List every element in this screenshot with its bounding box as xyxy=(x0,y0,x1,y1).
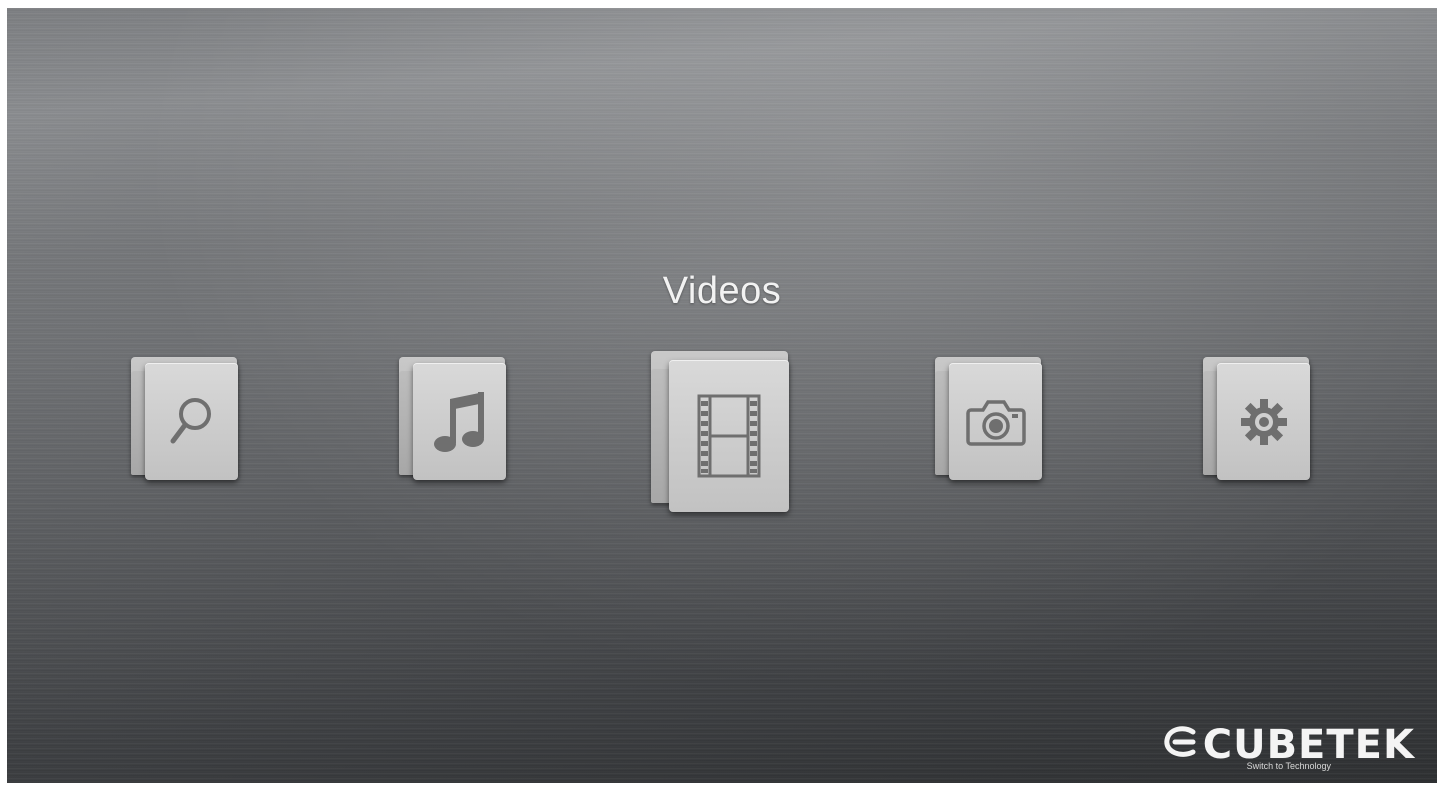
selected-category-title: Videos xyxy=(662,270,782,312)
music-note-icon xyxy=(432,389,488,455)
brand-swirl-icon xyxy=(1163,725,1199,765)
folder-photos[interactable] xyxy=(935,357,1043,482)
search-icon xyxy=(167,392,217,452)
brand-logo: CUBETEK Switch to Technology xyxy=(1163,725,1415,771)
camera-icon xyxy=(965,398,1026,446)
folder-search[interactable] xyxy=(131,357,239,482)
film-strip-icon xyxy=(697,394,761,478)
brand-name: CUBETEK xyxy=(1202,722,1415,768)
folder-videos[interactable] xyxy=(651,351,791,513)
folder-music[interactable] xyxy=(399,357,507,482)
folder-settings[interactable] xyxy=(1203,357,1311,482)
media-launcher-screen: Videos CUBETEK Switch to Technology xyxy=(7,8,1437,783)
gear-icon xyxy=(1240,398,1288,446)
